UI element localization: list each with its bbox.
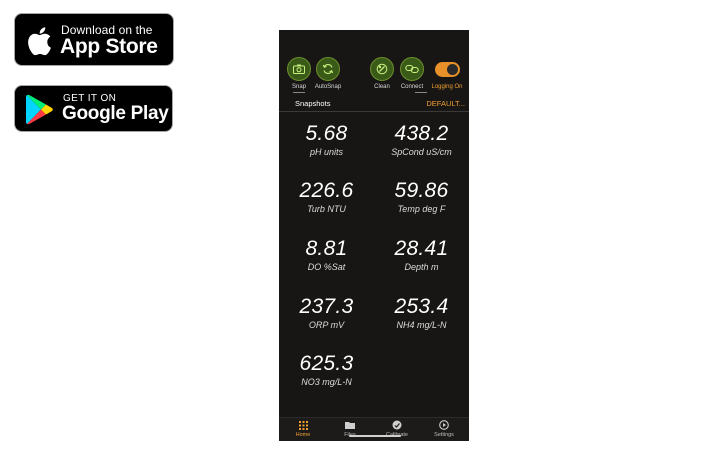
reading-unit: ORP mV (308, 320, 345, 330)
snapshots-row: Snapshots DEFAULT... (279, 99, 469, 110)
reading-unit: NO3 mg/L-N (301, 377, 352, 387)
gauge-icon (392, 420, 402, 430)
reading-value: 253.4 (394, 295, 449, 318)
app-store-title: App Store (60, 35, 158, 58)
reading-value: 8.81 (305, 237, 348, 260)
reading-unit: DO %Sat (307, 262, 346, 272)
reading-unit: SpCond uS/cm (391, 147, 452, 157)
reading-orp: 237.3 ORP mV (279, 295, 374, 330)
reading-depth: 28.41 Depth m (374, 237, 469, 272)
tab-bar: Home Files Calibrate Settings (279, 417, 469, 441)
autosnap-label: AutoSnap (314, 84, 342, 90)
reading-no3: 625.3 NO3 mg/L-N (279, 352, 374, 387)
reading-value: 59.86 (394, 179, 449, 202)
divider (279, 111, 469, 112)
reading-ph: 5.68 pH units (279, 122, 374, 157)
logging-toggle[interactable]: Logging On (430, 57, 464, 90)
play-circle-icon (439, 420, 449, 430)
reading-unit: Turb NTU (307, 204, 346, 214)
link-icon (400, 57, 424, 81)
reading-value: 237.3 (299, 295, 354, 318)
reading-unit: Temp deg F (397, 204, 446, 214)
reading-value: 438.2 (394, 122, 449, 145)
google-play-icon (26, 94, 53, 125)
folder-icon (345, 420, 355, 430)
google-play-badge[interactable]: GET IT ON Google Play (14, 85, 173, 132)
tick-mark (293, 92, 305, 93)
tab-label: Settings (434, 432, 454, 438)
connect-label: Connect (400, 84, 424, 90)
logging-label: Logging On (431, 84, 463, 90)
connect-button[interactable]: Connect (395, 57, 429, 90)
toolbar: Snap AutoSnap Clean Connect Logging On (279, 30, 469, 98)
clean-button[interactable]: Clean (365, 57, 399, 90)
reading-do: 8.81 DO %Sat (279, 237, 374, 272)
tab-home[interactable]: Home (283, 420, 323, 438)
reading-spcond: 438.2 SpCond uS/cm (374, 122, 469, 157)
grid-icon (298, 420, 308, 430)
reading-turbidity: 226.6 Turb NTU (279, 179, 374, 214)
brush-icon (370, 57, 394, 81)
phone-screen: Snap AutoSnap Clean Connect Logging On S… (279, 30, 469, 441)
reading-unit: Depth m (404, 262, 439, 272)
toggle-switch[interactable] (434, 62, 460, 77)
reading-nh4: 253.4 NH4 mg/L-N (374, 295, 469, 330)
reading-value: 625.3 (299, 352, 354, 375)
camera-icon (287, 57, 311, 81)
app-store-badge[interactable]: Download on the App Store (14, 13, 174, 66)
reading-value: 5.68 (305, 122, 348, 145)
clean-label: Clean (374, 84, 390, 90)
reading-unit: pH units (309, 147, 344, 157)
refresh-icon (316, 57, 340, 81)
profile-selector[interactable]: DEFAULT... (426, 99, 465, 108)
apple-icon (28, 27, 51, 56)
snapshots-label[interactable]: Snapshots (295, 99, 330, 108)
snap-label: Snap (291, 84, 306, 90)
tab-label: Home (295, 432, 311, 438)
reading-value: 226.6 (299, 179, 354, 202)
tick-mark (415, 92, 427, 93)
reading-value: 28.41 (394, 237, 449, 260)
google-play-title: Google Play (62, 103, 169, 124)
reading-unit: NH4 mg/L-N (396, 320, 447, 330)
tab-settings[interactable]: Settings (424, 420, 464, 438)
reading-temp: 59.86 Temp deg F (374, 179, 469, 214)
autosnap-button[interactable]: AutoSnap (311, 57, 345, 90)
home-indicator (349, 435, 401, 437)
